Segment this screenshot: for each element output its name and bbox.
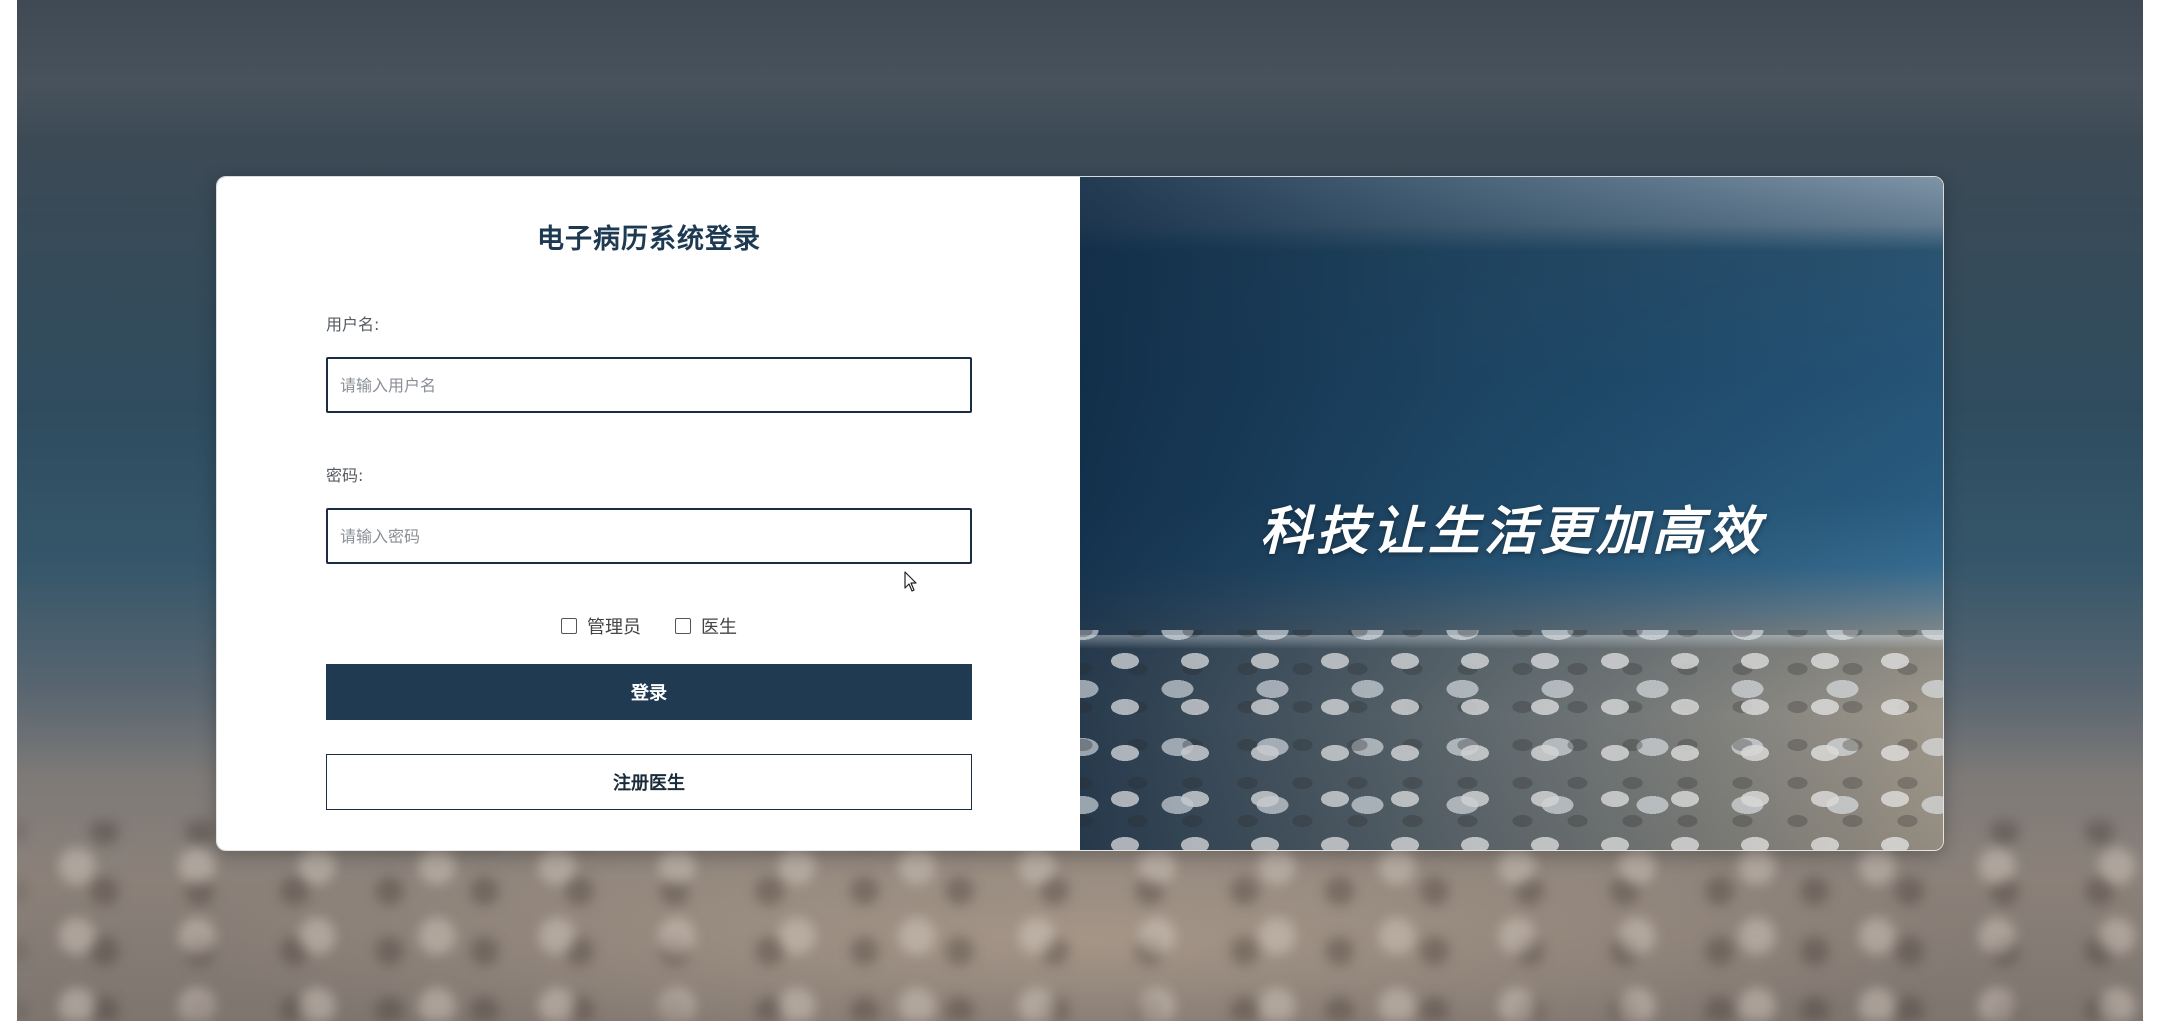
login-title: 电子病历系统登录 [537, 224, 761, 255]
register-doctor-button[interactable]: 注册医生 [326, 754, 972, 810]
banner-slogan: 科技让生活更加高效 [1259, 502, 1764, 562]
role-selector: 管理员 医生 [217, 613, 1081, 639]
background-beach-blur [17, 821, 2143, 1021]
password-label: 密码: [326, 466, 364, 485]
admin-checkbox[interactable] [561, 618, 577, 634]
login-card: 电子病历系统登录 用户名: 密码: 管理员 医生 登录 注册医生 科技让生活更加… [216, 176, 1944, 851]
role-option-doctor[interactable]: 医生 [675, 613, 737, 639]
mouse-cursor-icon [904, 571, 917, 592]
doctor-checkbox[interactable] [675, 618, 691, 634]
username-input[interactable] [326, 357, 972, 413]
username-label: 用户名: [326, 315, 380, 334]
admin-label: 管理员 [587, 617, 641, 638]
banner-image-panel: 科技让生活更加高效 [1080, 177, 1943, 850]
page-edge [0, 0, 17, 1021]
banner-beach [1080, 630, 1943, 850]
role-option-admin[interactable]: 管理员 [561, 613, 641, 639]
doctor-label: 医生 [701, 617, 737, 638]
login-button[interactable]: 登录 [326, 664, 972, 720]
login-form-panel: 电子病历系统登录 用户名: 密码: 管理员 医生 登录 注册医生 [217, 177, 1080, 850]
password-input[interactable] [326, 508, 972, 564]
